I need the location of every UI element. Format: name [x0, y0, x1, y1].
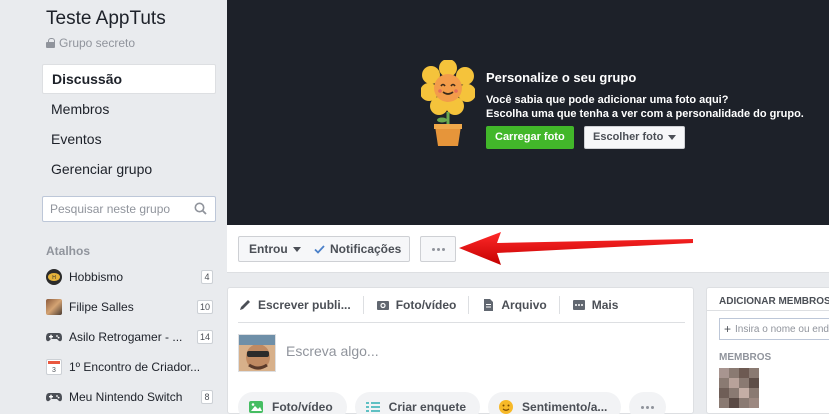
chevron-down-icon [668, 135, 677, 140]
shortcut-count-badge: 14 [196, 330, 213, 344]
cover-description-2: Escolha uma que tenha a ver com a person… [486, 108, 804, 120]
add-members-title: ADICIONAR MEMBROS [719, 296, 829, 307]
composer-tab-label: Arquivo [501, 298, 547, 312]
composer-divider [238, 322, 685, 323]
nav-item-membros[interactable]: Membros [42, 94, 216, 124]
shortcut-count-badge: 4 [201, 270, 213, 284]
tab-divider [558, 296, 560, 314]
group-search-input[interactable] [43, 197, 183, 221]
choose-photo-button[interactable]: Escolher foto [584, 126, 686, 149]
pill-feeling[interactable]: Sentimento/a... [488, 392, 622, 414]
choose-photo-label: Escolher foto [593, 131, 664, 143]
composer-tabs: Escrever publi... Foto/vídeo Arquivo Mai… [228, 288, 693, 322]
emoji-icon [499, 400, 514, 414]
gamepad-icon [46, 329, 62, 345]
pill-create-poll[interactable]: Criar enquete [354, 392, 481, 414]
tab-divider [468, 296, 470, 314]
camera-icon [376, 301, 389, 310]
post-composer: Escrever publi... Foto/vídeo Arquivo Mai… [227, 287, 694, 414]
photo-icon [249, 401, 263, 413]
member-avatar[interactable] [719, 368, 759, 408]
shortcut-item-filipe[interactable]: Filipe Salles 10 [42, 292, 216, 322]
group-search-box [42, 196, 216, 222]
shortcut-label: Asilo Retrogamer - ... [69, 330, 183, 344]
composer-tab-more[interactable]: Mais [572, 288, 631, 322]
flower-illustration-icon [421, 60, 475, 146]
notifications-label: Notificações [330, 242, 402, 256]
joined-label: Entrou [249, 242, 288, 256]
more-dots-icon [431, 247, 445, 251]
svg-text:H: H [52, 275, 56, 281]
nav-item-discussao[interactable]: Discussão [42, 64, 216, 94]
shortcut-count-badge: 8 [201, 390, 213, 404]
more-icon [572, 300, 585, 310]
shortcut-item-encontro[interactable]: 3 1º Encontro de Criador... [42, 352, 216, 382]
search-icon[interactable] [194, 202, 207, 215]
calendar-icon: 3 [46, 359, 62, 375]
pill-label: Sentimento/a... [522, 400, 608, 414]
file-icon [484, 299, 494, 311]
shortcut-label: Meu Nintendo Switch [69, 390, 183, 404]
left-sidebar: Teste AppTuts Grupo secreto Discussão Me… [0, 0, 227, 414]
composer-tab-label: Foto/vídeo [395, 298, 457, 312]
composer-tab-photo[interactable]: Foto/vídeo [376, 288, 469, 322]
avatar [238, 334, 276, 372]
shortcut-label: 1º Encontro de Criador... [69, 360, 201, 374]
shortcut-item-asilo[interactable]: Asilo Retrogamer - ... 14 [42, 322, 216, 352]
cover-title: Personalize o seu grupo [486, 70, 637, 85]
lock-icon [46, 38, 55, 48]
nav-item-eventos[interactable]: Eventos [42, 124, 216, 154]
shortcut-item-hobbismo[interactable]: H Hobbismo 4 [42, 262, 216, 292]
shortcuts-list: H Hobbismo 4 Filipe Salles 10 Asilo Retr… [42, 262, 216, 412]
tab-divider [362, 296, 364, 314]
composer-tab-file[interactable]: Arquivo [481, 288, 558, 322]
notifications-button[interactable]: Notificações [306, 236, 411, 262]
shortcut-label: Hobbismo [69, 270, 124, 284]
pencil-icon [240, 300, 250, 310]
gamepad-icon [46, 389, 62, 405]
svg-text:3: 3 [52, 367, 56, 373]
joined-button[interactable]: Entrou [238, 236, 310, 262]
pill-label: Criar enquete [388, 400, 467, 414]
hobbismo-icon: H [46, 269, 62, 285]
avatar-icon [46, 299, 62, 315]
red-arrow-icon [459, 232, 693, 265]
plus-icon: + [724, 322, 732, 336]
pill-photo-video[interactable]: Foto/vídeo [238, 392, 347, 414]
composer-text-input[interactable]: Escreva algo... [286, 343, 379, 359]
more-dots-icon [641, 405, 655, 409]
check-icon [314, 244, 325, 254]
composer-tab-label: Mais [591, 298, 619, 312]
poll-icon [365, 402, 380, 412]
shortcut-label: Filipe Salles [69, 300, 134, 314]
more-options-button[interactable] [420, 236, 456, 262]
nav-item-gerenciar[interactable]: Gerenciar grupo [42, 154, 216, 184]
composer-tab-write[interactable]: Escrever publi... [238, 288, 363, 322]
members-heading: MEMBROS [719, 352, 772, 363]
group-privacy-label: Grupo secreto [59, 36, 136, 50]
shortcuts-heading: Atalhos [46, 244, 91, 258]
composer-tab-label: Escrever publi... [258, 298, 351, 312]
add-member-input[interactable]: + Insira o nome ou end [719, 318, 829, 340]
pill-more[interactable] [629, 392, 667, 414]
add-members-panel: ADICIONAR MEMBROS + Insira o nome ou end… [706, 287, 829, 414]
composer-pills: Foto/vídeo Criar enquete Sentimento/a... [238, 392, 667, 414]
panel-divider [707, 310, 829, 311]
group-title[interactable]: Teste AppTuts [46, 8, 166, 30]
group-privacy: Grupo secreto [46, 36, 135, 50]
shortcut-count-badge: 10 [196, 300, 213, 314]
upload-photo-button[interactable]: Carregar foto [486, 126, 574, 149]
group-nav: Discussão Membros Eventos Gerenciar grup… [42, 64, 216, 184]
cover-description-1: Você sabia que pode adicionar uma foto a… [486, 94, 729, 106]
pill-label: Foto/vídeo [272, 400, 333, 414]
add-member-placeholder: Insira o nome ou end [735, 323, 829, 335]
shortcut-item-nintendo[interactable]: Meu Nintendo Switch 8 [42, 382, 216, 412]
chevron-down-icon [292, 246, 301, 252]
